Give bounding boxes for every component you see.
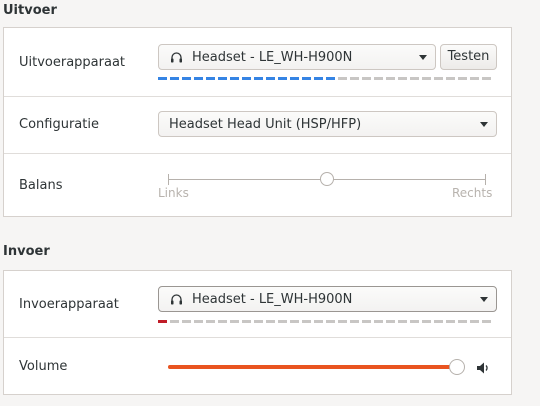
level-segment — [326, 77, 335, 80]
level-segment — [218, 77, 227, 80]
volume-label: Volume — [19, 359, 68, 374]
level-segment — [314, 320, 323, 323]
input-device-select[interactable]: Headset - LE_WH-H900N — [158, 286, 497, 312]
chevron-down-icon — [480, 297, 488, 302]
output-device-label: Uitvoerapparaat — [19, 55, 126, 70]
volume-slider-handle[interactable] — [449, 359, 465, 375]
level-segment — [458, 320, 467, 323]
level-segment — [278, 77, 287, 80]
balance-slider[interactable] — [168, 169, 486, 191]
level-segment — [182, 320, 191, 323]
balance-left-label: Links — [158, 186, 189, 200]
level-segment — [482, 320, 491, 323]
headset-icon — [170, 51, 183, 68]
level-segment — [326, 320, 335, 323]
level-segment — [254, 77, 263, 80]
level-segment — [422, 320, 431, 323]
level-segment — [158, 77, 167, 80]
level-segment — [386, 320, 395, 323]
level-segment — [386, 77, 395, 80]
config-row: Configuratie Headset Head Unit (HSP/HFP) — [4, 96, 511, 154]
level-segment — [458, 77, 467, 80]
level-segment — [398, 77, 407, 80]
headset-icon — [170, 293, 183, 310]
level-segment — [206, 77, 215, 80]
level-segment — [470, 77, 479, 80]
config-label: Configuratie — [19, 117, 99, 132]
level-segment — [302, 77, 311, 80]
level-segment — [170, 320, 179, 323]
balance-slider-handle[interactable] — [320, 172, 334, 186]
level-segment — [434, 320, 443, 323]
level-segment — [290, 320, 299, 323]
level-segment — [374, 77, 383, 80]
level-segment — [266, 77, 275, 80]
level-segment — [230, 77, 239, 80]
test-button[interactable]: Testen — [440, 44, 497, 70]
level-segment — [350, 320, 359, 323]
level-segment — [446, 320, 455, 323]
volume-slider[interactable] — [168, 357, 465, 377]
level-segment — [206, 320, 215, 323]
level-segment — [422, 77, 431, 80]
level-segment — [230, 320, 239, 323]
balance-right-label: Rechts — [452, 186, 493, 200]
level-segment — [410, 320, 419, 323]
level-segment — [170, 77, 179, 80]
input-device-row: Invoerapparaat Headset - LE_WH-H900N — [4, 271, 511, 338]
input-device-label: Invoerapparaat — [19, 297, 119, 312]
balance-label: Balans — [19, 178, 63, 193]
level-segment — [218, 320, 227, 323]
level-segment — [266, 320, 275, 323]
chevron-down-icon — [419, 55, 427, 60]
level-segment — [434, 77, 443, 80]
output-level-meter — [158, 77, 491, 80]
input-level-meter — [158, 320, 491, 323]
level-segment — [362, 320, 371, 323]
output-device-value: Headset - LE_WH-H900N — [192, 50, 353, 65]
output-frame: Uitvoerapparaat Headset - LE_WH-H900N Te… — [3, 27, 512, 217]
input-frame: Invoerapparaat Headset - LE_WH-H900N Vol… — [3, 270, 512, 395]
level-segment — [374, 320, 383, 323]
speaker-icon[interactable] — [476, 360, 490, 379]
balance-tick-right — [485, 174, 486, 185]
level-segment — [242, 320, 251, 323]
level-segment — [290, 77, 299, 80]
level-segment — [470, 320, 479, 323]
level-segment — [278, 320, 287, 323]
balance-row: Balans Links Rechts — [4, 153, 511, 217]
level-segment — [362, 77, 371, 80]
output-device-select[interactable]: Headset - LE_WH-H900N — [158, 44, 436, 70]
level-segment — [158, 320, 167, 323]
level-segment — [242, 77, 251, 80]
chevron-down-icon — [480, 122, 488, 127]
input-device-value: Headset - LE_WH-H900N — [192, 292, 353, 307]
output-section-title: Uitvoer — [3, 3, 57, 18]
level-segment — [194, 77, 203, 80]
level-segment — [446, 77, 455, 80]
config-value: Headset Head Unit (HSP/HFP) — [169, 117, 362, 132]
level-segment — [314, 77, 323, 80]
level-segment — [254, 320, 263, 323]
input-section-title: Invoer — [3, 244, 50, 259]
level-segment — [194, 320, 203, 323]
level-segment — [482, 77, 491, 80]
level-segment — [338, 320, 347, 323]
volume-fill — [168, 365, 459, 369]
level-segment — [350, 77, 359, 80]
balance-tick-left — [168, 174, 169, 185]
volume-row: Volume — [4, 337, 511, 395]
output-device-row: Uitvoerapparaat Headset - LE_WH-H900N Te… — [4, 28, 511, 97]
level-segment — [302, 320, 311, 323]
config-select[interactable]: Headset Head Unit (HSP/HFP) — [158, 111, 497, 137]
level-segment — [398, 320, 407, 323]
level-segment — [338, 77, 347, 80]
level-segment — [182, 77, 191, 80]
level-segment — [410, 77, 419, 80]
